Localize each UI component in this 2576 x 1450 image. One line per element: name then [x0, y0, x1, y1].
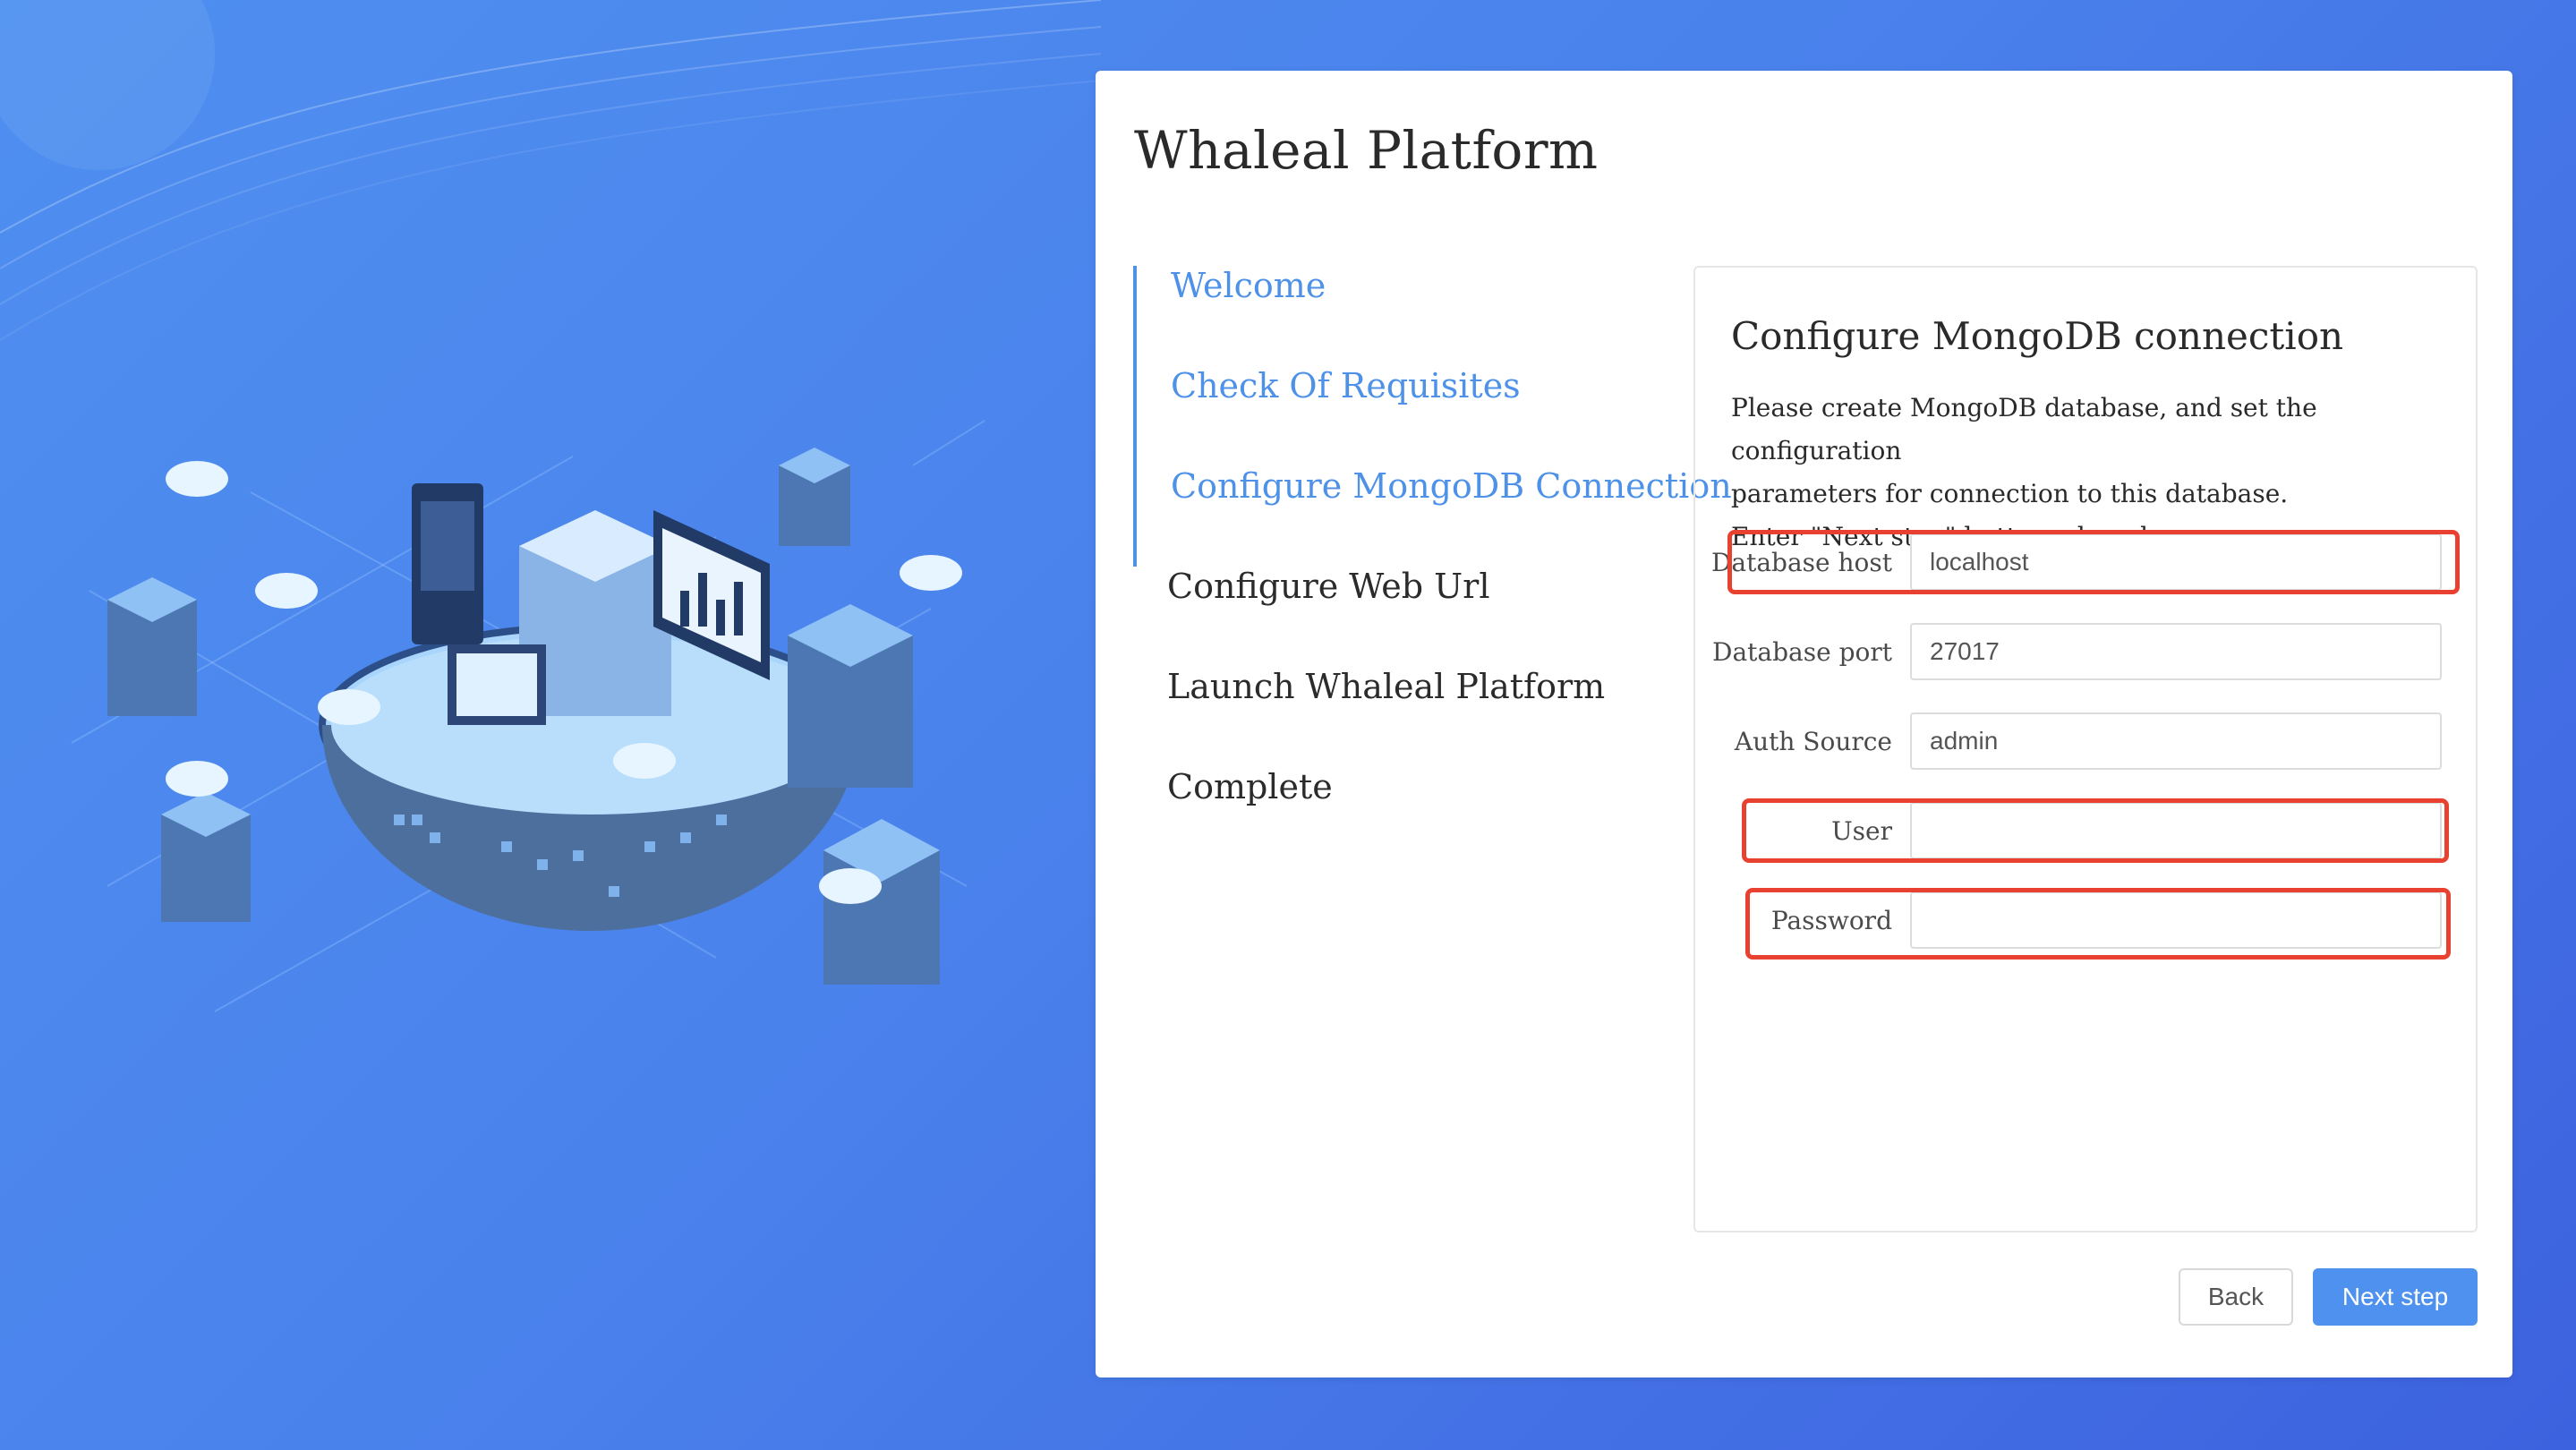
- database-port-input[interactable]: [1910, 623, 2442, 680]
- app-title: Whaleal Platform: [1134, 120, 1599, 181]
- password-input[interactable]: [1910, 891, 2442, 949]
- back-button[interactable]: Back: [2179, 1268, 2293, 1326]
- database-host-label: Database host: [1710, 548, 1892, 577]
- field-database-host: Database host: [1695, 533, 2479, 591]
- field-database-port: Database port: [1695, 623, 2479, 680]
- step-complete: Complete: [1167, 767, 1333, 806]
- next-step-button[interactable]: Next step: [2313, 1268, 2478, 1326]
- setup-wizard-card: Whaleal Platform Welcome Check Of Requis…: [1096, 71, 2512, 1378]
- step-check-requisites[interactable]: Check Of Requisites: [1171, 366, 1521, 405]
- database-host-input[interactable]: [1910, 533, 2442, 591]
- panel-title: Configure MongoDB connection: [1731, 314, 2344, 358]
- step-configure-mongodb[interactable]: Configure MongoDB Connection: [1171, 466, 1732, 506]
- description-line: Please create MongoDB database, and set …: [1731, 393, 2317, 465]
- field-password: Password: [1695, 891, 2479, 949]
- password-label: Password: [1770, 906, 1892, 935]
- auth-source-input[interactable]: [1910, 712, 2442, 770]
- database-port-label: Database port: [1712, 637, 1892, 667]
- mongodb-config-panel: Configure MongoDB connection Please crea…: [1693, 266, 2478, 1232]
- steps-progress-line: [1133, 266, 1137, 567]
- auth-source-label: Auth Source: [1734, 727, 1892, 756]
- cloud-data-center-illustration: [71, 420, 985, 1012]
- field-auth-source: Auth Source: [1695, 712, 2479, 770]
- description-line: parameters for connection to this databa…: [1731, 479, 2289, 508]
- field-user: User: [1695, 802, 2479, 859]
- step-welcome[interactable]: Welcome: [1171, 266, 1326, 305]
- step-launch-platform: Launch Whaleal Platform: [1167, 667, 1606, 706]
- step-configure-web-url: Configure Web Url: [1167, 567, 1490, 606]
- user-input[interactable]: [1910, 802, 2442, 859]
- user-label: User: [1831, 816, 1892, 846]
